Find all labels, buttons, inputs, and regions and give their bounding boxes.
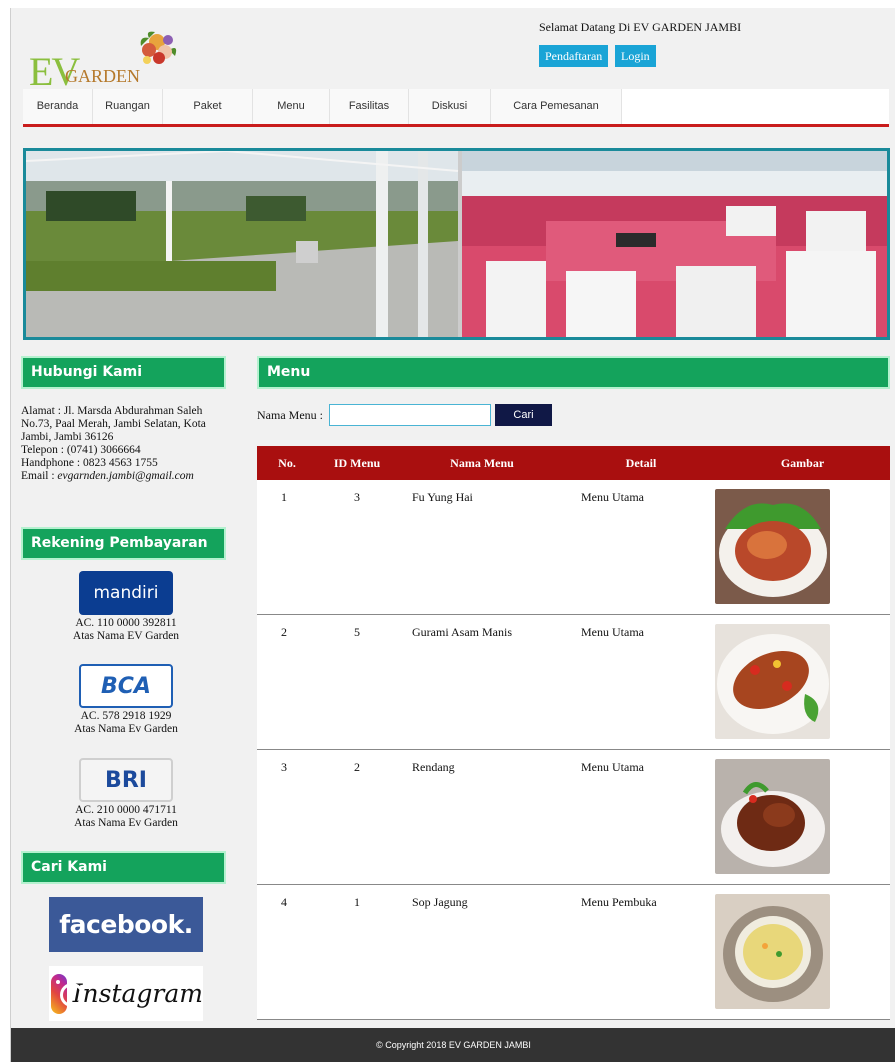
cell-id: 3 (354, 490, 360, 504)
cell-no: 2 (281, 625, 287, 639)
logo-garden-text: GARDEN (65, 66, 140, 86)
email-label: Email : (21, 470, 58, 482)
welcome-text: Selamat Datang Di EV GARDEN JAMBI (539, 20, 742, 34)
dish-image (715, 759, 830, 874)
address-text: Alamat : Jl. Marsda Abdurahman Saleh No.… (21, 405, 206, 443)
cell-name: Gurami Asam Manis (412, 625, 512, 639)
instagram-link[interactable]: Instagram (49, 966, 203, 1021)
page: EV GARDEN Selamat Datang Di EV GARDEN JA… (10, 8, 895, 1062)
nav-item-ruangan[interactable]: Ruangan (93, 89, 163, 124)
instagram-text: Instagram (72, 979, 203, 1008)
register-button[interactable]: Pendaftaran (539, 45, 609, 67)
table-header: No. ID Menu Nama Menu Detail Gambar (257, 446, 890, 480)
cell-name: Rendang (412, 760, 455, 774)
footer-copyright: © Copyright 2018 EV GARDEN JAMBI (11, 1028, 895, 1062)
bank-account: AC. 210 0000 471711 (75, 804, 177, 816)
email-text[interactable]: evgarnden.jambi@gmail.com (57, 470, 193, 482)
banner-image (23, 148, 890, 340)
bank-account: AC. 110 0000 392811 (75, 617, 177, 629)
bca-logo: BCA (79, 664, 173, 708)
facebook-link[interactable]: facebook. (49, 897, 203, 952)
site-logo[interactable]: EV GARDEN (29, 26, 179, 94)
cell-detail: Menu Utama (581, 760, 644, 774)
column-header-name: Nama Menu (450, 456, 514, 470)
bri-logo: BRI (79, 758, 173, 802)
search-button[interactable]: Cari (495, 404, 552, 426)
search-label: Nama Menu : (257, 408, 323, 422)
table-row: 2 5 Gurami Asam Manis Menu Utama (257, 615, 890, 750)
bank-bca: BCA AC. 578 2918 1929 Atas Nama Ev Garde… (41, 664, 211, 736)
mandiri-logo: mandiri (79, 571, 173, 615)
nav-item-diskusi[interactable]: Diskusi (409, 89, 491, 124)
cell-id: 5 (354, 625, 360, 639)
email-line: Email : evgarnden.jambi@gmail.com (21, 470, 236, 483)
page-title: Menu (257, 356, 890, 389)
table-row: 1 3 Fu Yung Hai Menu Utama (257, 480, 890, 615)
search-input[interactable] (329, 404, 491, 426)
cell-detail: Menu Utama (581, 490, 644, 504)
nav-item-fasilitas[interactable]: Fasilitas (330, 89, 409, 124)
handphone-text: Handphone : 0823 4563 1755 (21, 457, 158, 469)
bouquet-icon (140, 31, 177, 64)
instagram-icon (51, 973, 84, 1014)
bank-bri: BRI AC. 210 0000 471711 Atas Nama Ev Gar… (41, 758, 211, 830)
bca-logo-text: BCA (101, 673, 151, 699)
cell-name: Sop Jagung (412, 895, 468, 909)
phone-text: Telepon : (0741) 3066664 (21, 444, 141, 456)
bri-logo-text: BRI (105, 767, 147, 793)
nav-item-beranda[interactable]: Beranda (23, 89, 93, 124)
payment-heading: Rekening Pembayaran (21, 527, 226, 560)
cell-name: Fu Yung Hai (412, 490, 473, 504)
login-button[interactable]: Login (615, 45, 656, 67)
table-row: 3 2 Rendang Menu Utama (257, 750, 890, 885)
cell-no: 3 (281, 760, 287, 774)
cell-no: 1 (281, 490, 287, 504)
dish-image (715, 489, 830, 604)
table-row: 4 1 Sop Jagung Menu Pembuka (257, 885, 890, 1020)
contact-heading: Hubungi Kami (21, 356, 226, 389)
bank-holder: Atas Nama EV Garden (72, 630, 180, 642)
menu-table: No. ID Menu Nama Menu Detail Gambar 1 3 … (257, 446, 890, 1020)
column-header-no: No. (278, 456, 296, 470)
bank-mandiri: mandiri AC. 110 0000 392811 Atas Nama EV… (41, 571, 211, 643)
bank-holder: Atas Nama Ev Garden (74, 723, 178, 735)
cell-id: 2 (354, 760, 360, 774)
cell-detail: Menu Utama (581, 625, 644, 639)
dish-image (715, 894, 830, 1009)
mandiri-logo-text: mandiri (93, 582, 159, 603)
bank-account: AC. 578 2918 1929 (80, 710, 172, 722)
column-header-detail: Detail (625, 456, 657, 470)
cell-id: 1 (354, 895, 360, 909)
main-nav: Beranda Ruangan Paket Menu Fasilitas Dis… (23, 89, 889, 127)
column-header-id: ID Menu (333, 456, 381, 470)
find-us-heading: Cari Kami (21, 851, 226, 884)
dish-image (715, 624, 830, 739)
nav-item-menu[interactable]: Menu (253, 89, 330, 124)
nav-item-paket[interactable]: Paket (163, 89, 253, 124)
cell-no: 4 (281, 895, 287, 909)
cell-detail: Menu Pembuka (581, 895, 657, 909)
banner-illustration (26, 151, 887, 337)
nav-item-cara-pemesanan[interactable]: Cara Pemesanan (491, 89, 622, 124)
bank-holder: Atas Nama Ev Garden (74, 817, 178, 829)
column-header-image: Gambar (780, 456, 825, 470)
contact-info: Alamat : Jl. Marsda Abdurahman Saleh No.… (21, 405, 236, 483)
